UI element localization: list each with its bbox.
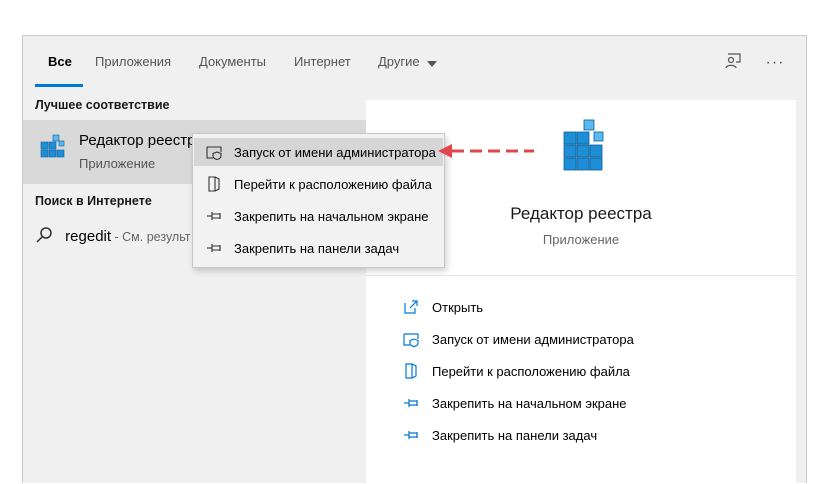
action-pin-start-label: Закрепить на начальном экране [432, 395, 627, 411]
menu-item-pin-start-label: Закрепить на начальном экране [234, 208, 429, 224]
tab-other[interactable]: Другие [378, 54, 438, 70]
pin-icon [402, 394, 420, 412]
menu-item-run-as-admin-label: Запуск от имени администратора [234, 144, 436, 160]
feedback-person-icon [724, 52, 742, 75]
tab-apps[interactable]: Приложения [95, 54, 171, 69]
annotation-arrow-icon [436, 143, 536, 164]
registry-cubes-icon [560, 118, 608, 183]
open-icon [402, 298, 420, 316]
web-query-text: regedit [65, 227, 112, 245]
web-search-heading: Поиск в Интернете [35, 194, 152, 208]
best-match-title: Редактор реестра [79, 132, 204, 149]
action-pin-start[interactable]: Закрепить на начальном экране [402, 391, 627, 415]
pin-icon [206, 240, 222, 256]
menu-item-pin-start[interactable]: Закрепить на начальном экране [194, 202, 443, 230]
detail-divider [366, 275, 796, 276]
shield-icon [206, 144, 222, 160]
action-pin-taskbar-label: Закрепить на панели задач [432, 427, 598, 443]
menu-item-pin-taskbar[interactable]: Закрепить на панели задач [194, 234, 443, 262]
action-open-label: Открыть [432, 299, 484, 315]
pin-icon [402, 426, 420, 444]
web-query-hint: - См. результ [111, 229, 191, 244]
tab-documents[interactable]: Документы [199, 54, 266, 69]
pin-icon [206, 208, 222, 224]
action-open-file-location-label: Перейти к расположению файла [432, 363, 630, 379]
registry-cubes-icon [37, 132, 67, 167]
more-options-button[interactable]: ··· [762, 50, 788, 76]
file-location-icon [402, 362, 420, 380]
chevron-down-icon [427, 55, 438, 70]
tab-all[interactable]: Все [48, 54, 72, 69]
tab-other-label: Другие [378, 54, 420, 69]
action-run-as-admin[interactable]: Запуск от имени администратора [402, 327, 634, 351]
action-open[interactable]: Открыть [402, 295, 483, 319]
action-open-file-location[interactable]: Перейти к расположению файла [402, 359, 630, 383]
menu-item-pin-taskbar-label: Закрепить на панели задач [234, 240, 400, 256]
context-menu: Запуск от имени администратора Перейти к… [192, 133, 445, 268]
file-location-icon [206, 176, 222, 192]
shield-icon [402, 330, 420, 348]
menu-item-open-file-location[interactable]: Перейти к расположению файла [194, 170, 443, 198]
web-search-item[interactable]: regedit - См. результ [35, 226, 190, 248]
action-run-as-admin-label: Запуск от имени администратора [432, 331, 634, 347]
menu-item-open-file-location-label: Перейти к расположению файла [234, 176, 432, 192]
search-tabs-bar: Все Приложения Документы Интернет Другие… [23, 36, 806, 88]
action-pin-taskbar[interactable]: Закрепить на панели задач [402, 423, 597, 447]
search-icon [35, 226, 53, 248]
best-match-subtitle: Приложение [79, 156, 156, 171]
tab-internet[interactable]: Интернет [294, 54, 351, 69]
feedback-button[interactable] [720, 50, 746, 76]
best-match-heading: Лучшее соответствие [35, 98, 170, 112]
active-tab-indicator [35, 84, 83, 87]
menu-item-run-as-admin[interactable]: Запуск от имени администратора [194, 138, 443, 166]
